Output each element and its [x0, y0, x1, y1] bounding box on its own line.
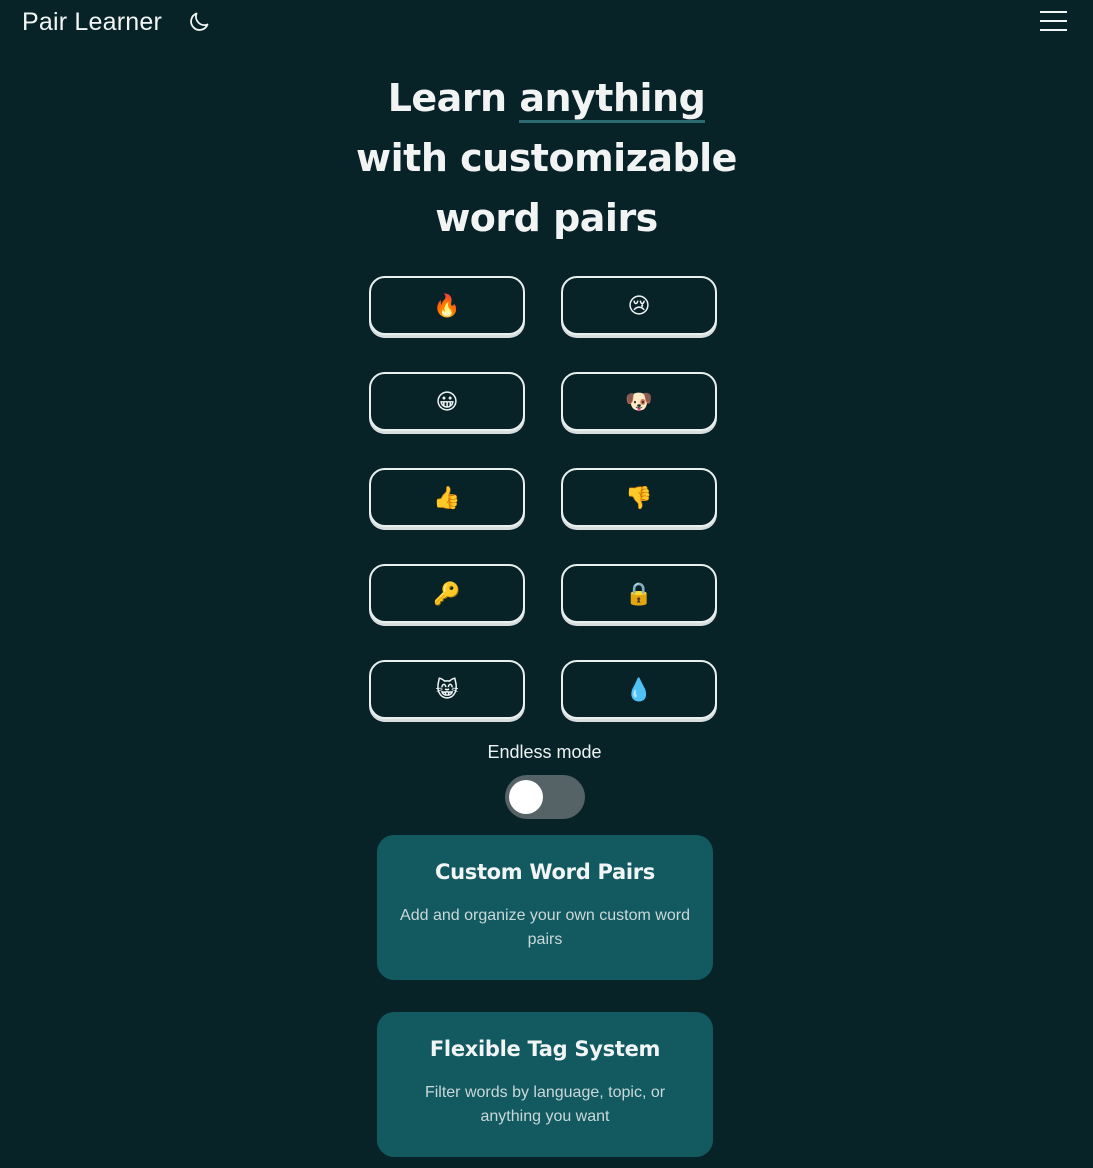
crying-face-icon: 😢 [627, 292, 651, 318]
grinning-face-button[interactable]: 😀 [369, 372, 525, 431]
grinning-face-icon: 😀 [435, 388, 459, 414]
crying-face-button[interactable]: 😢 [561, 276, 717, 335]
feature-description: Add and organize your own custom word pa… [400, 907, 690, 948]
thumbs-up-button[interactable]: 👍 [369, 468, 525, 527]
hero-heading: Learn anything with customizable word pa… [0, 68, 1093, 248]
endless-mode-label: Endless mode [487, 742, 602, 762]
key-icon: 🔑 [433, 580, 461, 606]
feature-card-flexible-tag-system: Flexible Tag System Filter words by lang… [377, 1012, 713, 1157]
fire-button[interactable]: 🔥 [369, 276, 525, 335]
lock-button[interactable]: 🔒 [561, 564, 717, 623]
dog-face-button[interactable]: 🐶 [561, 372, 717, 431]
hamburger-menu-icon[interactable] [1040, 8, 1067, 34]
lock-icon: 🔒 [625, 580, 653, 606]
thumbs-up-icon: 👍 [433, 484, 461, 510]
hero-line2: with customizable [356, 136, 737, 180]
thumbs-down-button[interactable]: 👎 [561, 468, 717, 527]
hero-accent-word: anything [519, 76, 706, 123]
droplet-button[interactable]: 💧 [561, 660, 717, 719]
cat-face-icon: 😸 [435, 676, 459, 702]
feature-description: Filter words by language, topic, or anyt… [424, 1084, 666, 1125]
moon-icon[interactable] [187, 10, 211, 34]
navbar: Pair Learner [0, 0, 1093, 46]
toggle-knob [509, 780, 543, 814]
endless-mode-toggle[interactable] [505, 775, 585, 819]
droplet-icon: 💧 [625, 676, 653, 702]
key-button[interactable]: 🔑 [369, 564, 525, 623]
feature-title: Custom Word Pairs [434, 860, 655, 884]
hero-line3: word pairs [435, 196, 658, 240]
dog-face-icon: 🐶 [625, 388, 653, 414]
hero-line1-prefix: Learn [387, 76, 520, 120]
feature-card-custom-word-pairs: Custom Word Pairs Add and organize your … [377, 835, 713, 980]
cat-face-button[interactable]: 😸 [369, 660, 525, 719]
feature-title: Flexible Tag System [429, 1037, 661, 1061]
brand-title[interactable]: Pair Learner [22, 8, 162, 37]
thumbs-down-icon: 👎 [625, 484, 653, 510]
fire-icon: 🔥 [433, 292, 461, 318]
